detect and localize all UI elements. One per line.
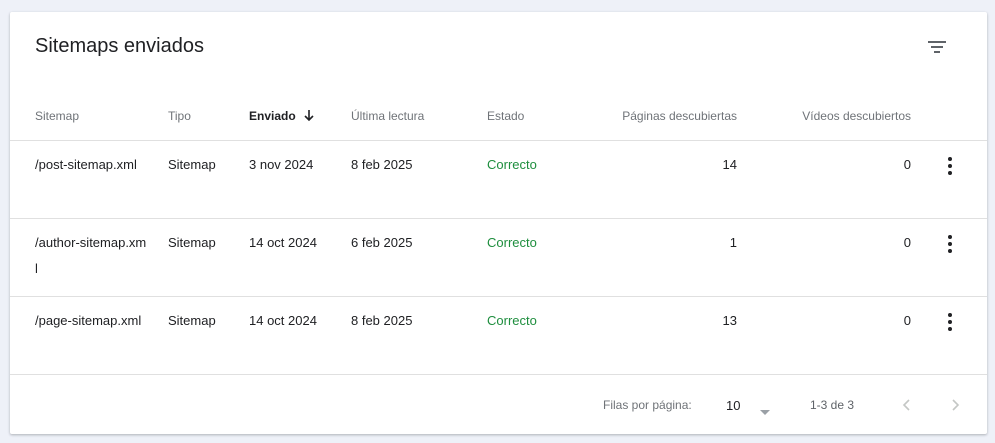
table-row[interactable]: /page-sitemap.xml Sitemap 14 oct 2024 8 …	[10, 297, 987, 375]
cell-ultima-lectura: 8 feb 2025	[351, 313, 413, 328]
filter-icon	[928, 41, 946, 53]
pagination-footer: Filas por página: 10 1-3 de 3	[10, 375, 987, 434]
header-videos-descubiertos[interactable]: Vídeos descubiertos	[802, 109, 911, 123]
cell-paginas: 14	[722, 157, 737, 172]
more-vert-icon	[948, 157, 952, 175]
cell-tipo: Sitemap	[168, 313, 216, 328]
chevron-left-icon	[902, 399, 910, 411]
filter-button[interactable]	[922, 32, 952, 62]
cell-sitemap: /post-sitemap.xml	[35, 157, 137, 172]
more-vert-icon	[948, 235, 952, 253]
cell-enviado: 14 oct 2024	[249, 235, 317, 250]
cell-ultima-lectura: 8 feb 2025	[351, 157, 413, 172]
cell-ultima-lectura: 6 feb 2025	[351, 235, 413, 250]
rows-per-page-label: Filas por página:	[603, 398, 692, 412]
cell-videos: 0	[903, 313, 911, 328]
row-menu-button[interactable]	[938, 310, 962, 334]
next-page-button[interactable]	[942, 392, 968, 418]
header-tipo[interactable]: Tipo	[168, 109, 191, 123]
chevron-right-icon	[952, 399, 960, 411]
header-enviado-label: Enviado	[249, 109, 296, 123]
cell-enviado: 3 nov 2024	[249, 157, 314, 172]
header-enviado[interactable]: Enviado	[249, 109, 315, 125]
pagination-range: 1-3 de 3	[810, 398, 855, 412]
row-menu-button[interactable]	[938, 154, 962, 178]
more-vert-icon	[948, 313, 952, 331]
row-menu-button[interactable]	[938, 232, 962, 256]
cell-sitemap: /page-sitemap.xml	[35, 313, 142, 328]
rows-per-page-select[interactable]: 10	[720, 392, 776, 418]
sitemaps-card: Sitemaps enviados Sitemap Tipo Enviado Ú…	[10, 12, 987, 434]
cell-sitemap: /author-sitemap.xml	[35, 235, 147, 276]
header-paginas-descubiertas[interactable]: Páginas descubiertas	[622, 109, 737, 123]
caret-down-icon	[760, 403, 770, 418]
cell-videos: 0	[903, 157, 911, 172]
table-row[interactable]: /author-sitemap.xml Sitemap 14 oct 2024 …	[10, 219, 987, 297]
status-badge: Correcto	[487, 157, 537, 172]
cell-enviado: 14 oct 2024	[249, 313, 317, 328]
table-row[interactable]: /post-sitemap.xml Sitemap 3 nov 2024 8 f…	[10, 141, 987, 219]
header-sitemap[interactable]: Sitemap	[35, 109, 79, 123]
cell-videos: 0	[903, 235, 911, 250]
table-header: Sitemap Tipo Enviado Última lectura Esta…	[10, 92, 987, 141]
cell-tipo: Sitemap	[168, 157, 216, 172]
cell-paginas: 13	[722, 313, 737, 328]
previous-page-button[interactable]	[894, 392, 920, 418]
cell-tipo: Sitemap	[168, 235, 216, 250]
header-estado[interactable]: Estado	[487, 109, 524, 123]
status-badge: Correcto	[487, 235, 537, 250]
rows-per-page-value: 10	[726, 398, 741, 413]
arrow-down-icon	[303, 109, 315, 125]
status-badge: Correcto	[487, 313, 537, 328]
cell-paginas: 1	[729, 235, 737, 250]
header-ultima-lectura[interactable]: Última lectura	[351, 109, 424, 123]
card-title: Sitemaps enviados	[35, 35, 204, 57]
